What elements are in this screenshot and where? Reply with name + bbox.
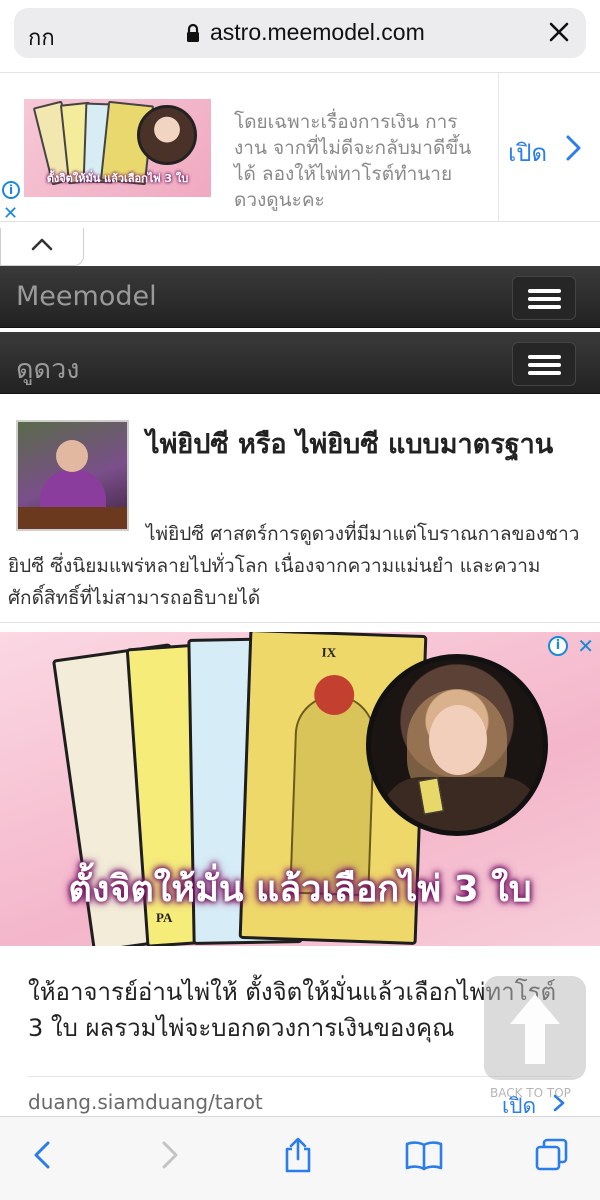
forward-icon[interactable] [150, 1135, 190, 1175]
chevron-up-icon [31, 238, 53, 251]
ad-info-icon[interactable]: i [2, 181, 20, 199]
fortune-teller-portrait [366, 654, 548, 836]
back-to-top-button[interactable] [484, 976, 586, 1080]
lock-icon [187, 23, 199, 42]
url-text[interactable]: astro.meemodel.com [210, 19, 425, 46]
ad-domain[interactable]: duang.siamduang/tarot [28, 1090, 263, 1114]
hamburger-icon [528, 305, 561, 309]
section-navbar: ดูดวง [0, 332, 600, 394]
top-ad-banner[interactable]: ตั้งจิตให้มั่น แล้วเลือกไพ่ 3 ใบ i ✕ โดย… [0, 72, 600, 224]
hamburger-icon [528, 297, 561, 301]
browser-toolbar [0, 1116, 600, 1200]
top-ad-text[interactable]: โดยเฉพาะเรื่องการเงิน การงาน จากที่ไม่ดี… [234, 109, 484, 213]
bookmarks-icon[interactable] [404, 1135, 444, 1175]
reader-text-size-button[interactable]: กก [28, 20, 55, 55]
portrait-face [429, 705, 487, 775]
divider [0, 622, 600, 623]
site-brand-link[interactable]: Meemodel [16, 281, 157, 312]
arrow-up-icon [510, 994, 560, 1064]
hamburger-icon [528, 355, 561, 359]
back-icon[interactable] [22, 1135, 62, 1175]
hamburger-icon [528, 289, 561, 293]
card-numeral: IX [321, 644, 337, 661]
ad-open-button[interactable]: เปิด [508, 133, 547, 172]
portrait-fur [381, 777, 541, 831]
figure-face [56, 440, 88, 472]
ad-close-icon[interactable]: ✕ [577, 634, 594, 658]
section-menu-toggle-button[interactable] [512, 342, 576, 386]
ad-info-icon[interactable]: i [548, 636, 568, 656]
tabs-icon[interactable] [532, 1135, 572, 1175]
ad-thumbnail-caption: ตั้งจิตให้มั่น แล้วเลือกไพ่ 3 ใบ [46, 172, 189, 185]
fortune-teller-portrait [137, 105, 197, 165]
hamburger-icon [528, 363, 561, 367]
ad-hero-image[interactable]: IX PA ตั้งจิตให้มั่น แล้วเลือกไพ่ 3 ใบ i… [0, 632, 600, 946]
collapse-ad-tab[interactable] [0, 228, 84, 266]
article-card: ไพ่ยิปซี หรือ ไพ่ยิบซี แบบมาตรฐาน ไพ่ยิป… [0, 400, 600, 630]
hamburger-icon [528, 371, 561, 375]
article-summary: ไพ่ยิปซี ศาสตร์การดูดวงที่มีมาแต่โบราณกา… [8, 523, 580, 609]
ad-hero-caption: ตั้งจิตให้มั่น แล้วเลือกไพ่ 3 ใบ [68, 869, 532, 910]
site-navbar: Meemodel [0, 266, 600, 328]
close-icon[interactable] [544, 17, 574, 47]
article-title[interactable]: ไพ่ยิปซี หรือ ไพ่ยิบซี แบบมาตรฐาน [146, 426, 586, 464]
section-title-link[interactable]: ดูดวง [16, 347, 79, 390]
browser-address-area: กก astro.meemodel.com [0, 0, 600, 70]
chevron-right-icon[interactable] [562, 133, 584, 163]
ad-close-icon[interactable]: ✕ [3, 203, 18, 224]
ad-thumbnail-image[interactable]: ตั้งจิตให้มั่น แล้วเลือกไพ่ 3 ใบ [24, 99, 211, 197]
share-icon[interactable] [278, 1135, 318, 1175]
menu-toggle-button[interactable] [512, 276, 576, 320]
address-bar[interactable]: กก astro.meemodel.com [14, 8, 586, 58]
divider [498, 73, 499, 221]
article-thumbnail[interactable] [16, 420, 129, 531]
back-to-top-label: BACK TO TOP [490, 1086, 571, 1100]
